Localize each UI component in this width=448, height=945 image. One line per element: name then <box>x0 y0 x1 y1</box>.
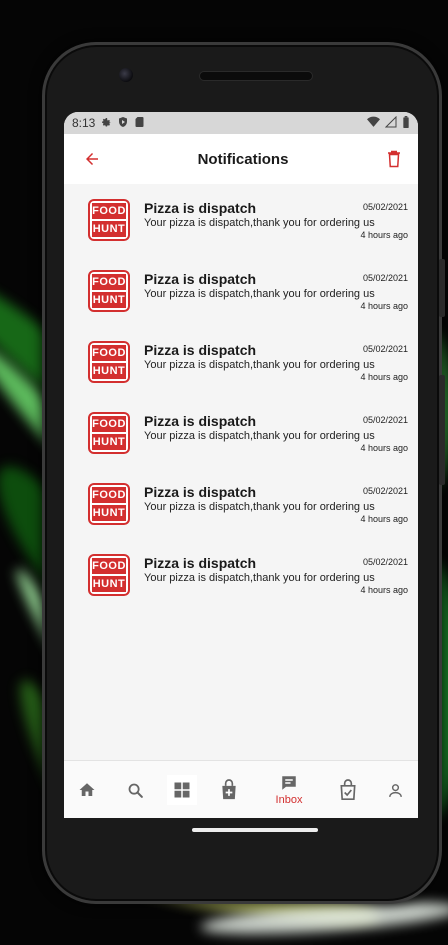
notification-body: Your pizza is dispatch,thank you for ord… <box>144 572 375 584</box>
search-icon <box>128 783 143 798</box>
notification-title: Pizza is dispatch <box>144 342 257 358</box>
home-indicator[interactable] <box>192 828 318 832</box>
notification-time-ago: 4 hours ago <box>360 585 408 595</box>
nav-home[interactable] <box>76 761 98 818</box>
app-bar: Notifications <box>64 134 418 184</box>
logo-text-top: FOOD <box>92 416 126 432</box>
grid-icon <box>174 782 190 798</box>
notification-item[interactable]: FOOD HUNT Pizza is dispatch 05/02/2021 Y… <box>64 263 418 334</box>
nav-inbox-label: Inbox <box>275 794 303 806</box>
back-button[interactable] <box>80 147 104 171</box>
notification-title: Pizza is dispatch <box>144 555 257 571</box>
status-bar: 8:13 <box>64 112 418 134</box>
food-hunt-logo: FOOD HUNT <box>88 412 130 454</box>
logo-text-bottom: HUNT <box>92 292 126 308</box>
food-hunt-logo: FOOD HUNT <box>88 341 130 383</box>
food-hunt-logo: FOOD HUNT <box>88 199 130 241</box>
food-hunt-logo: FOOD HUNT <box>88 270 130 312</box>
notification-time-ago: 4 hours ago <box>360 443 408 453</box>
food-hunt-logo: FOOD HUNT <box>88 554 130 596</box>
logo-text-top: FOOD <box>92 345 126 361</box>
home-icon <box>79 783 95 796</box>
notification-date: 05/02/2021 <box>362 273 408 283</box>
logo-text-bottom: HUNT <box>92 434 126 450</box>
delete-all-button[interactable] <box>382 147 406 171</box>
notification-date: 05/02/2021 <box>362 557 408 567</box>
logo-text-bottom: HUNT <box>92 505 126 521</box>
earpiece-speaker <box>199 71 313 81</box>
sd-card-status-icon <box>134 116 145 131</box>
notification-time-ago: 4 hours ago <box>360 230 408 240</box>
notification-item[interactable]: FOOD HUNT Pizza is dispatch 05/02/2021 Y… <box>64 192 418 263</box>
nav-categories[interactable] <box>167 761 197 818</box>
nav-orders[interactable] <box>336 761 360 818</box>
notification-date: 05/02/2021 <box>362 415 408 425</box>
notification-item[interactable]: FOOD HUNT Pizza is dispatch 05/02/2021 Y… <box>64 476 418 547</box>
logo-text-top: FOOD <box>92 487 126 503</box>
notification-title: Pizza is dispatch <box>144 413 257 429</box>
page-title: Notifications <box>197 150 289 168</box>
bag-check-icon <box>340 779 356 800</box>
screen: 8:13 Notifications FOOD HUNT Pizza is di… <box>64 112 418 818</box>
notification-title: Pizza is dispatch <box>144 271 257 287</box>
shield-status-icon <box>117 116 129 131</box>
notification-title: Pizza is dispatch <box>144 484 257 500</box>
logo-text-bottom: HUNT <box>92 221 126 237</box>
signal-icon <box>384 115 397 131</box>
notification-body: Your pizza is dispatch,thank you for ord… <box>144 359 375 371</box>
notification-time-ago: 4 hours ago <box>360 514 408 524</box>
notification-body: Your pizza is dispatch,thank you for ord… <box>144 430 375 442</box>
nav-add-to-bag[interactable] <box>217 761 241 818</box>
food-hunt-logo: FOOD HUNT <box>88 483 130 525</box>
notification-item[interactable]: FOOD HUNT Pizza is dispatch 05/02/2021 Y… <box>64 334 418 405</box>
nav-profile[interactable] <box>384 761 406 818</box>
notification-body: Your pizza is dispatch,thank you for ord… <box>144 501 375 513</box>
notification-date: 05/02/2021 <box>362 344 408 354</box>
bag-plus-icon <box>222 779 236 800</box>
notification-item[interactable]: FOOD HUNT Pizza is dispatch 05/02/2021 Y… <box>64 547 418 618</box>
notification-item[interactable]: FOOD HUNT Pizza is dispatch 05/02/2021 Y… <box>64 405 418 476</box>
arrow-left-icon <box>86 153 98 165</box>
logo-text-bottom: HUNT <box>92 576 126 592</box>
settings-status-icon <box>100 116 112 131</box>
nav-inbox[interactable]: Inbox <box>269 761 309 818</box>
notification-body: Your pizza is dispatch,thank you for ord… <box>144 288 375 300</box>
logo-text-top: FOOD <box>92 558 126 574</box>
front-camera <box>119 68 133 82</box>
notification-time-ago: 4 hours ago <box>360 372 408 382</box>
status-time: 8:13 <box>72 116 96 130</box>
notification-date: 05/02/2021 <box>362 486 408 496</box>
battery-icon <box>402 115 410 131</box>
notification-time-ago: 4 hours ago <box>360 301 408 311</box>
trash-icon <box>388 150 400 168</box>
logo-text-top: FOOD <box>92 274 126 290</box>
notification-title: Pizza is dispatch <box>144 200 257 216</box>
nav-search[interactable] <box>124 761 146 818</box>
profile-icon <box>388 783 402 797</box>
wifi-icon <box>367 116 380 131</box>
logo-text-bottom: HUNT <box>92 363 126 379</box>
notification-date: 05/02/2021 <box>362 202 408 212</box>
logo-text-top: FOOD <box>92 203 126 219</box>
inbox-icon <box>282 776 296 790</box>
bottom-nav: Inbox <box>64 760 418 818</box>
notification-list: FOOD HUNT Pizza is dispatch 05/02/2021 Y… <box>64 184 418 618</box>
notification-body: Your pizza is dispatch,thank you for ord… <box>144 217 375 229</box>
